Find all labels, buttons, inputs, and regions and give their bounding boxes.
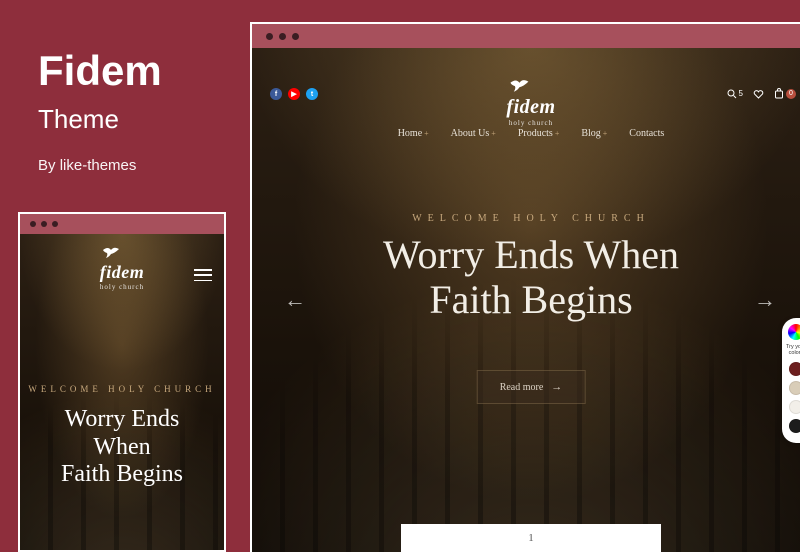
hero-pager[interactable]: 1 bbox=[401, 524, 661, 552]
dove-icon bbox=[506, 76, 555, 94]
logo-brand: fidem bbox=[506, 96, 555, 119]
theme-subtitle: Theme bbox=[38, 104, 162, 135]
cart-button[interactable]: 0 bbox=[774, 88, 796, 99]
nav-label: Blog bbox=[581, 128, 600, 139]
nav-item-about[interactable]: About Us+ bbox=[451, 128, 496, 139]
mobile-viewport: fidem holy church Welcome Holy Church Wo… bbox=[20, 234, 224, 550]
hero-line: Worry Ends bbox=[30, 406, 214, 434]
hero-headline: Worry Ends When Faith Begins bbox=[292, 233, 770, 323]
dove-icon bbox=[100, 244, 145, 260]
logo-tagline: holy church bbox=[100, 283, 145, 291]
chevron-down-icon: + bbox=[603, 129, 608, 138]
site-logo[interactable]: fidem holy church bbox=[100, 244, 145, 291]
window-dot bbox=[266, 33, 273, 40]
desktop-preview-frame: f ▶ t fidem holy church 5 bbox=[250, 22, 800, 552]
nav-label: Products bbox=[518, 128, 553, 139]
hero-line: Worry Ends When bbox=[292, 233, 770, 278]
desktop-viewport: f ▶ t fidem holy church 5 bbox=[252, 48, 800, 552]
nav-item-contacts[interactable]: Contacts bbox=[629, 128, 664, 139]
widget-label: Try your colors bbox=[786, 345, 800, 357]
nav-label: Home bbox=[398, 128, 422, 139]
wishlist-button[interactable] bbox=[753, 89, 764, 99]
chevron-down-icon: + bbox=[491, 129, 496, 138]
color-swatch[interactable] bbox=[789, 362, 800, 376]
pager-current: 1 bbox=[528, 532, 534, 544]
nav-item-home[interactable]: Home+ bbox=[398, 128, 429, 139]
hamburger-menu-icon[interactable] bbox=[194, 269, 212, 281]
hero-cta-button[interactable]: Read more → bbox=[477, 370, 586, 404]
mobile-preview-frame: fidem holy church Welcome Holy Church Wo… bbox=[18, 212, 226, 552]
mobile-titlebar bbox=[20, 214, 224, 234]
search-icon bbox=[727, 89, 737, 99]
search-count: 5 bbox=[739, 89, 743, 98]
bag-icon bbox=[774, 88, 784, 99]
widget-label-line: colors bbox=[786, 351, 800, 357]
hero-line: Faith Begins bbox=[292, 278, 770, 323]
cta-label: Read more bbox=[500, 382, 544, 393]
hero-line: Faith Begins bbox=[30, 461, 214, 489]
heart-icon bbox=[753, 89, 764, 99]
cart-count-badge: 0 bbox=[786, 89, 796, 99]
site-logo[interactable]: fidem holy church bbox=[506, 76, 555, 127]
social-links: f ▶ t bbox=[270, 88, 318, 100]
youtube-icon[interactable]: ▶ bbox=[288, 88, 300, 100]
hero-headline: Worry Ends When Faith Begins bbox=[30, 406, 214, 489]
color-swatch[interactable] bbox=[789, 400, 800, 414]
search-button[interactable]: 5 bbox=[727, 89, 743, 99]
nav-item-products[interactable]: Products+ bbox=[518, 128, 560, 139]
window-dot bbox=[292, 33, 299, 40]
window-dot bbox=[52, 221, 58, 227]
window-dot bbox=[279, 33, 286, 40]
twitter-icon[interactable]: t bbox=[306, 88, 318, 100]
arrow-right-icon: → bbox=[551, 381, 562, 393]
nav-item-blog[interactable]: Blog+ bbox=[581, 128, 607, 139]
hero-welcome-text: Welcome Holy Church bbox=[20, 384, 224, 394]
color-swatch[interactable] bbox=[789, 381, 800, 395]
nav-label: Contacts bbox=[629, 128, 664, 139]
color-wheel-icon[interactable] bbox=[788, 324, 800, 340]
author-name: like-themes bbox=[60, 157, 137, 174]
chevron-down-icon: + bbox=[424, 129, 429, 138]
facebook-icon[interactable]: f bbox=[270, 88, 282, 100]
nav-label: About Us bbox=[451, 128, 490, 139]
hero-line: When bbox=[30, 434, 214, 462]
author-prefix: By bbox=[38, 157, 60, 174]
color-swatch[interactable] bbox=[789, 419, 800, 433]
logo-brand: fidem bbox=[100, 262, 145, 283]
logo-tagline: holy church bbox=[506, 119, 555, 127]
theme-author: By like-themes bbox=[38, 157, 162, 174]
primary-nav: Home+ About Us+ Products+ Blog+ Contacts bbox=[398, 128, 665, 139]
hero-welcome-text: Welcome Holy Church bbox=[252, 213, 800, 224]
window-dot bbox=[30, 221, 36, 227]
chevron-down-icon: + bbox=[555, 129, 560, 138]
desktop-titlebar bbox=[252, 24, 800, 48]
header-tools: 5 0 bbox=[727, 88, 796, 99]
theme-name: Fidem bbox=[38, 50, 162, 92]
window-dot bbox=[41, 221, 47, 227]
color-picker-widget[interactable]: 1 Try your colors bbox=[782, 318, 800, 443]
